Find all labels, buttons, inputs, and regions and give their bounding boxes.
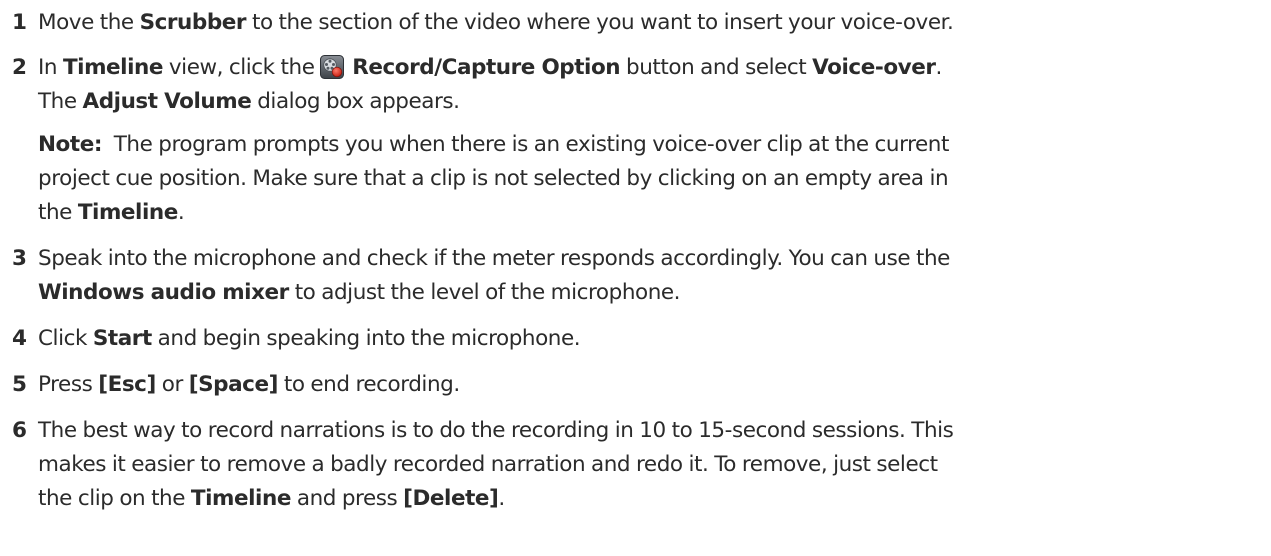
delete-key-term: [Delete] [403, 486, 499, 511]
step-number: 4 [12, 326, 27, 351]
instruction-steps: 1 Move the Scrubber to the section of th… [0, 6, 1271, 516]
step-3: 3 Speak into the microphone and check if… [0, 242, 1271, 310]
timeline-term: Timeline [190, 486, 292, 511]
step-text: The best way to record narrations is to … [38, 418, 954, 443]
step-text: Press [Esc] or [Space] to end recording. [38, 372, 460, 397]
scrubber-term: Scrubber [139, 10, 247, 35]
voice-over-term: Voice-over [812, 55, 936, 80]
space-key-term: [Space] [188, 372, 279, 397]
timeline-term: Timeline [62, 55, 164, 80]
step-text: Move the Scrubber to the section of the … [38, 10, 954, 35]
note-label: Note: [38, 132, 102, 157]
step-text: In Timeline view, click the Record/Captu… [38, 55, 942, 80]
note: Note: The program prompts you when there… [38, 132, 949, 225]
step-text-line-2: makes it easier to remove a badly record… [38, 452, 938, 477]
adjust-volume-term: Adjust Volume [82, 89, 252, 114]
step-number: 2 [12, 55, 27, 80]
step-number: 3 [12, 246, 27, 271]
step-5: 5 Press [Esc] or [Space] to end recordin… [0, 368, 1271, 402]
start-term: Start [92, 326, 152, 351]
step-number: 6 [12, 418, 27, 443]
step-4: 4 Click Start and begin speaking into th… [0, 322, 1271, 356]
step-number: 5 [12, 372, 27, 397]
step-number: 1 [12, 10, 27, 35]
timeline-term: Timeline [77, 200, 179, 225]
record-capture-icon [320, 55, 345, 79]
step-text-line-2: Windows audio mixer to adjust the level … [38, 280, 681, 305]
step-1: 1 Move the Scrubber to the section of th… [0, 6, 1271, 40]
step-2: 2 In Timeline view, click the Record/Cap… [0, 51, 1271, 230]
step-6: 6 The best way to record narrations is t… [0, 414, 1271, 516]
step-text-line-2: The Adjust Volume dialog box appears. [38, 89, 460, 114]
step-text-line-3: the clip on the Timeline and press [Dele… [38, 486, 505, 511]
record-capture-option-term: Record/Capture Option [352, 55, 621, 80]
step-text: Speak into the microphone and check if t… [38, 246, 950, 271]
esc-key-term: [Esc] [98, 372, 156, 397]
step-text: Click Start and begin speaking into the … [38, 326, 581, 351]
windows-audio-mixer-term: Windows audio mixer [38, 280, 289, 305]
